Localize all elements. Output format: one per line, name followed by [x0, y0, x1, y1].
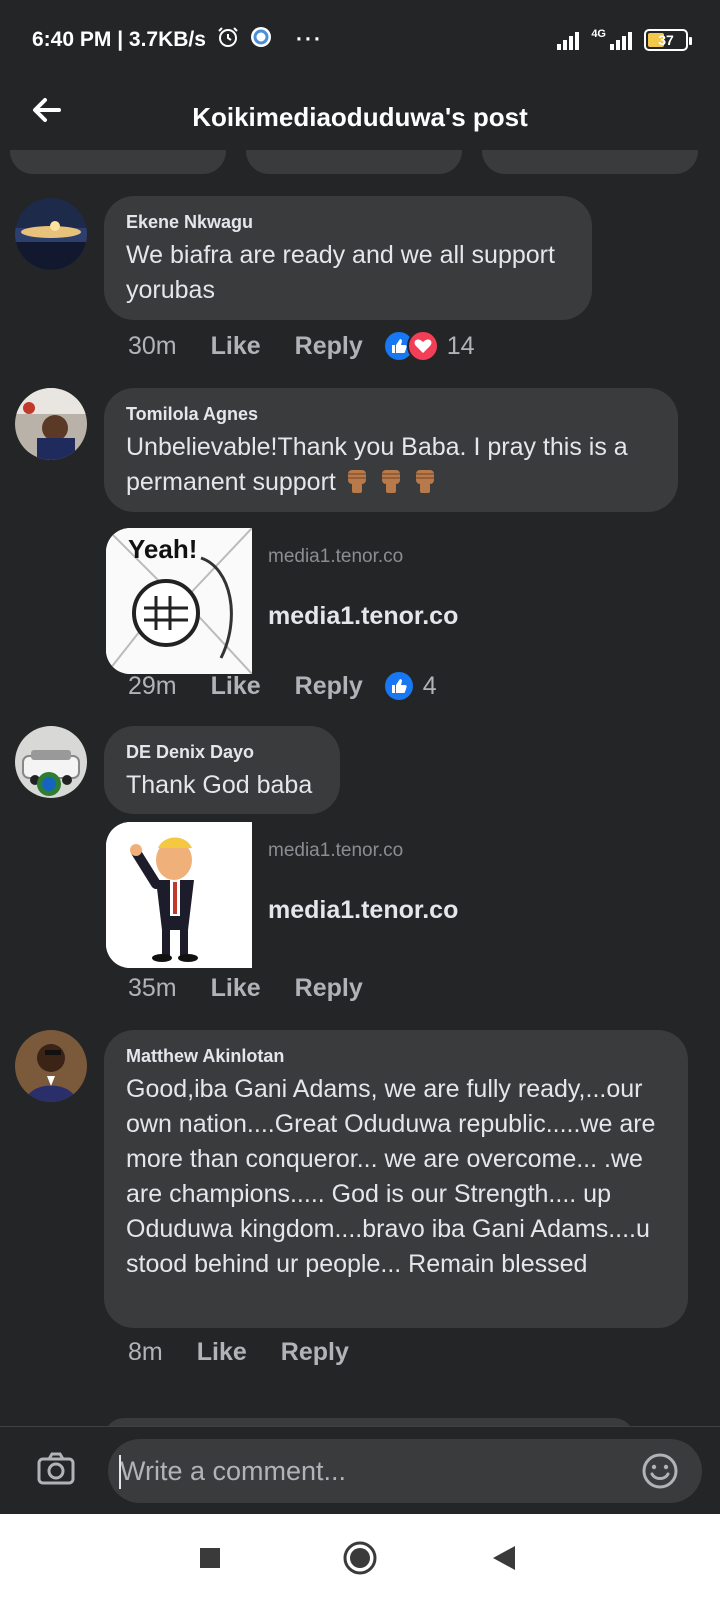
comment-bubble[interactable]: Ekene Nkwagu We biafra are ready and we … — [104, 196, 592, 320]
comment-time: 8m — [128, 1338, 163, 1366]
reaction-summary[interactable]: 14 — [382, 330, 475, 362]
like-button[interactable]: Like — [211, 332, 261, 361]
comment-actions: 29m Like Reply 4 — [128, 670, 437, 702]
raised-fist-icon — [378, 466, 404, 494]
back-triangle-icon[interactable] — [482, 1536, 526, 1580]
status-bar: 6:40 PM | 3.7KB/s ··· 4G 37 — [0, 0, 720, 80]
emoji-icon[interactable] — [641, 1452, 679, 1490]
text-cursor — [119, 1455, 121, 1489]
reaction-filter-pill[interactable] — [246, 150, 462, 174]
comment-time: 35m — [128, 974, 177, 1002]
comment-bubble[interactable]: Tomilola Agnes Unbelievable!Thank you Ba… — [104, 388, 678, 512]
recents-square-icon[interactable] — [188, 1536, 232, 1580]
raised-fist-icon — [412, 466, 438, 494]
comment-input[interactable] — [108, 1439, 702, 1503]
battery-icon: 37 — [644, 29, 692, 51]
comment-actions: 30m Like Reply 14 — [128, 330, 475, 362]
signal-4g-icon — [610, 30, 632, 50]
like-button[interactable]: Like — [197, 1338, 247, 1367]
status-time-speed: 6:40 PM | 3.7KB/s — [32, 28, 206, 51]
battery-level: 37 — [658, 32, 674, 48]
home-circle-icon[interactable] — [338, 1536, 382, 1580]
comment-text: Thank God baba — [126, 771, 313, 799]
reply-button[interactable]: Reply — [295, 332, 363, 361]
reaction-count: 4 — [422, 671, 437, 700]
comment-author[interactable]: DE Denix Dayo — [126, 740, 318, 764]
comment-time: 30m — [128, 331, 177, 360]
reaction-summary[interactable]: 4 — [382, 670, 437, 702]
link-title[interactable]: media1.tenor.co — [268, 896, 458, 925]
reply-button[interactable]: Reply — [281, 1338, 349, 1367]
comment-composer — [0, 1426, 720, 1514]
gif-caption: Yeah! — [128, 534, 197, 564]
comment-actions: 35m Like Reply — [128, 974, 397, 1003]
alarm-icon — [216, 25, 240, 55]
back-arrow-icon[interactable] — [26, 90, 66, 130]
signal-icon — [557, 30, 580, 50]
link-preview[interactable]: Yeah! media1.tenor.co media1.tenor.co — [106, 528, 458, 674]
gif-thumbnail: Yeah! — [106, 528, 252, 674]
avatar[interactable] — [15, 198, 87, 270]
comment-text: Unbelievable!Thank you Baba. I pray this… — [126, 430, 656, 500]
comment-author[interactable]: Matthew Akinlotan — [126, 1044, 666, 1068]
comment-text-body: Unbelievable!Thank you Baba. I pray this… — [126, 433, 628, 496]
app-notification-icon — [250, 26, 272, 54]
more-notifications-icon: ··· — [295, 28, 323, 51]
reply-button[interactable]: Reply — [295, 974, 363, 1003]
raised-fist-icon — [344, 466, 370, 494]
reaction-filter-bar — [0, 150, 720, 176]
love-icon — [406, 330, 439, 362]
comment-author[interactable]: Ekene Nkwagu — [126, 210, 570, 234]
reply-button[interactable]: Reply — [295, 672, 363, 701]
page-title: Koikimediaoduduwa's post — [192, 101, 528, 132]
like-button[interactable]: Like — [211, 672, 261, 701]
avatar[interactable] — [15, 1030, 87, 1102]
reaction-count: 14 — [446, 331, 475, 360]
header: Koikimediaoduduwa's post — [0, 80, 720, 154]
comment-actions: 8m Like Reply — [128, 1338, 383, 1367]
comment-bubble[interactable]: DE Denix Dayo Thank God baba — [104, 726, 340, 814]
avatar[interactable] — [15, 388, 87, 460]
comment-text: Good,iba Gani Adams, we are fully ready,… — [126, 1075, 656, 1278]
avatar[interactable] — [15, 726, 87, 798]
gif-thumbnail — [106, 822, 252, 968]
system-navigation-bar — [0, 1514, 720, 1600]
camera-icon[interactable] — [36, 1449, 76, 1489]
comment-author[interactable]: Tomilola Agnes — [126, 402, 656, 426]
link-domain: media1.tenor.co — [268, 840, 404, 861]
network-type: 4G — [591, 28, 606, 40]
reaction-filter-pill[interactable] — [482, 150, 698, 174]
reaction-filter-pill[interactable] — [10, 150, 226, 174]
comment-text: We biafra are ready and we all support y… — [126, 241, 555, 304]
like-icon — [382, 670, 415, 702]
link-domain: media1.tenor.co — [268, 546, 404, 567]
link-title[interactable]: media1.tenor.co — [268, 602, 458, 631]
comment-time: 29m — [128, 671, 177, 700]
comment-bubble[interactable]: Matthew Akinlotan Good,iba Gani Adams, w… — [104, 1030, 688, 1328]
like-button[interactable]: Like — [211, 974, 261, 1003]
link-preview[interactable]: media1.tenor.co media1.tenor.co — [106, 822, 458, 968]
